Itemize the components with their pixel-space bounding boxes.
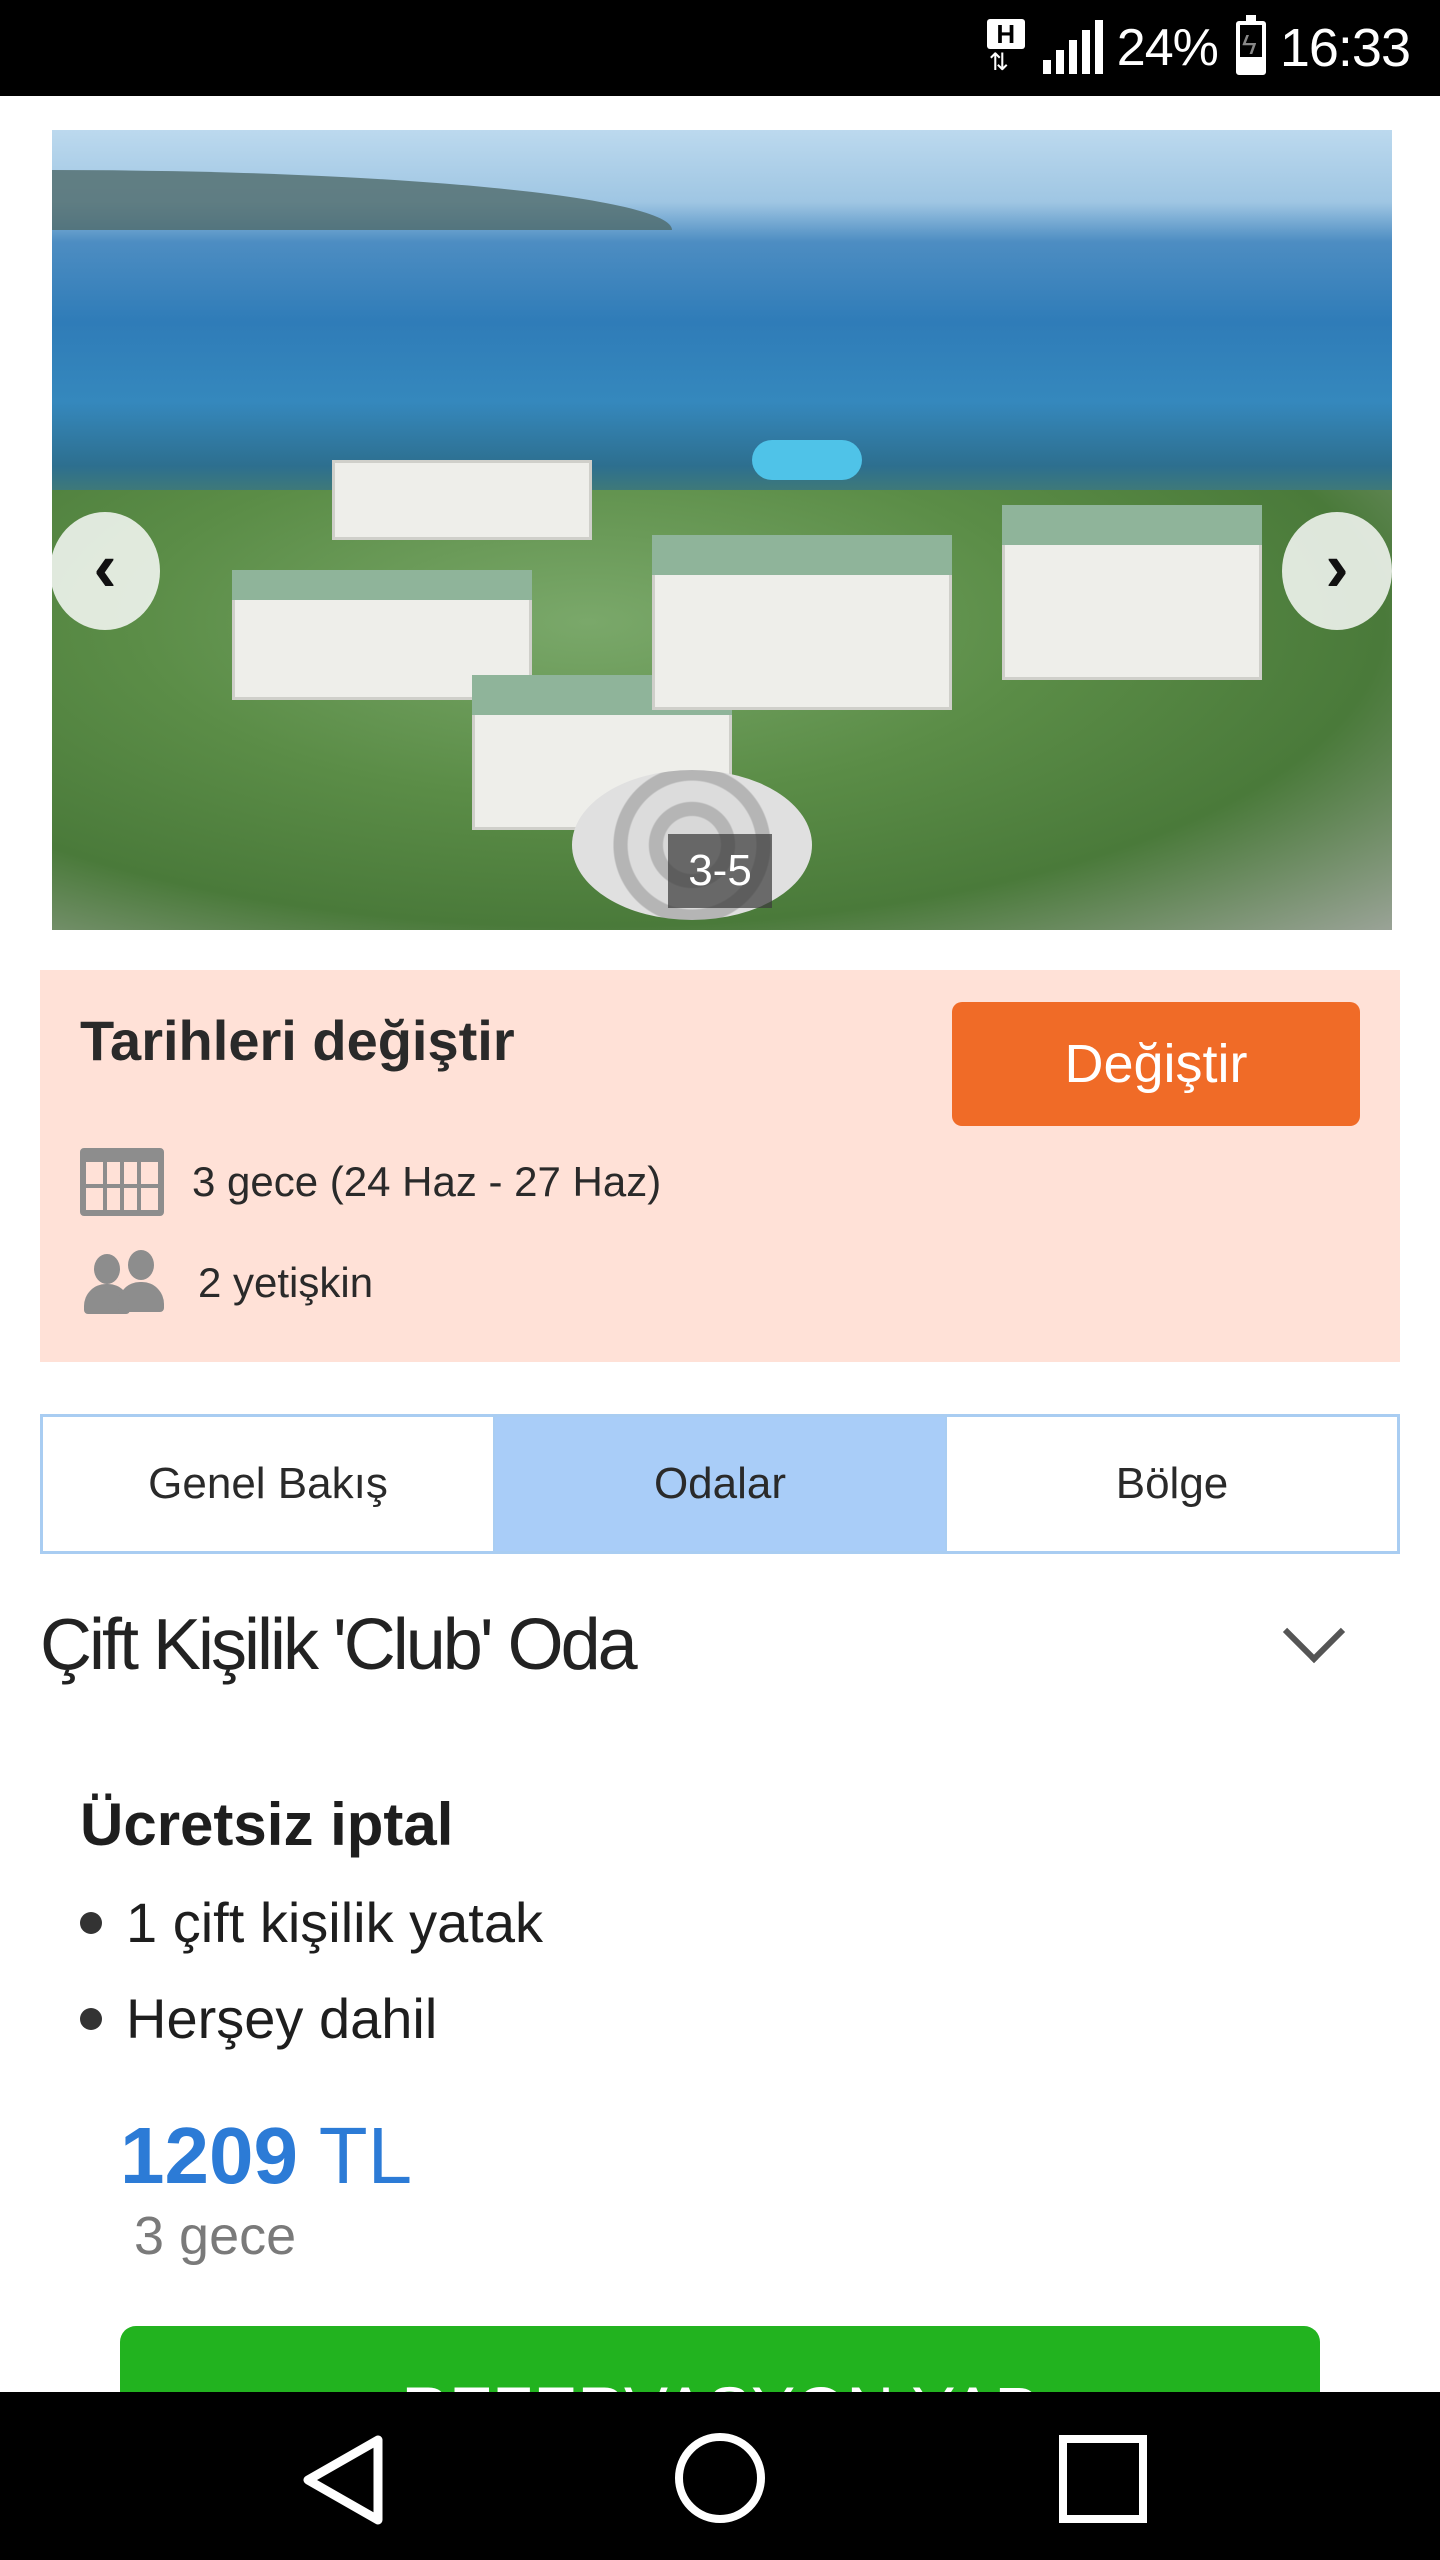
change-dates-button[interactable]: Değiştir [952,1002,1360,1126]
room-title[interactable]: Çift Kişilik 'Club' Oda [40,1604,638,1686]
recent-apps-icon[interactable] [1058,2434,1148,2524]
price-amount: 1209 [120,2111,298,2200]
tab-region[interactable]: Bölge [945,1417,1397,1551]
clock: 16:33 [1279,18,1411,78]
price-nights: 3 gece [134,2206,297,2266]
bullet-icon [80,2007,102,2030]
battery-charging-icon: ϟ [1235,15,1266,75]
people-icon [80,1250,170,1316]
feature-item: Herşey dahil [80,1986,437,2051]
guests-row: 2 yetişkin [80,1250,373,1316]
guests-text: 2 yetişkin [198,1259,374,1306]
bullet-icon [80,1911,102,1934]
room-price: 1209 TL [120,2110,412,2202]
tab-rooms[interactable]: Odalar [493,1417,945,1551]
price-currency: TL [318,2111,413,2200]
nights-text: 3 gece (24 Haz - 27 Haz) [192,1158,662,1205]
navigation-bar [0,2392,1440,2560]
h-network-icon: H ⇅ [981,19,1029,77]
chevron-down-icon[interactable] [1280,1610,1340,1670]
hotel-photo[interactable] [52,130,1392,930]
battery-percent: 24% [1116,19,1219,77]
tab-bar: Genel Bakış Odalar Bölge [40,1414,1400,1554]
nights-row: 3 gece (24 Haz - 27 Haz) [80,1148,661,1216]
chevron-right-icon[interactable]: › [1282,512,1392,630]
tab-overview[interactable]: Genel Bakış [43,1417,493,1551]
photo-counter: 3-5 [668,834,772,908]
free-cancellation-label: Ücretsiz iptal [80,1791,454,1858]
home-icon[interactable] [672,2430,768,2526]
calendar-icon [80,1148,164,1216]
dates-panel: Tarihleri değiştir Değiştir 3 gece (24 H… [40,970,1400,1362]
chevron-left-icon[interactable]: ‹ [50,512,160,630]
signal-icon [1042,20,1103,74]
status-bar: H ⇅ 24% ϟ 16:33 [0,0,1440,96]
feature-item: 1 çift kişilik yatak [80,1890,543,1955]
dates-title: Tarihleri değiştir [80,1009,515,1072]
